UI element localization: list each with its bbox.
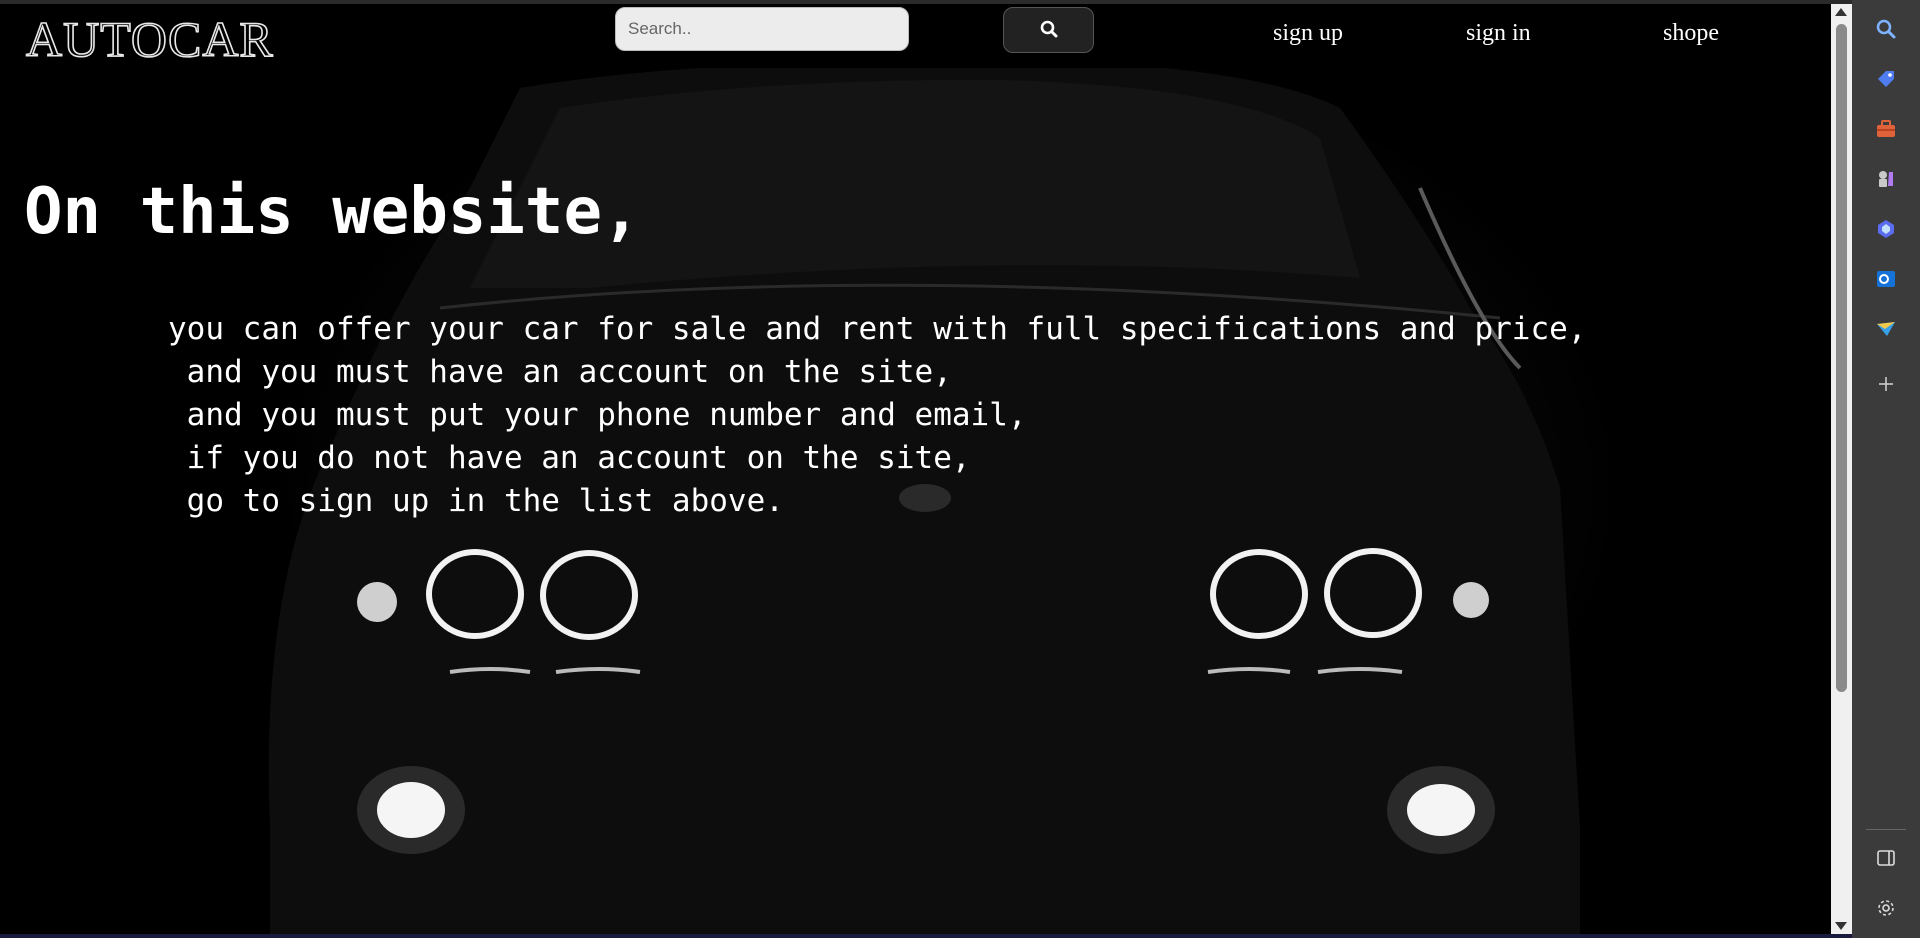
nav-link-shope[interactable]: shope xyxy=(1663,20,1719,47)
sidebar-divider xyxy=(1866,829,1906,830)
hero-line: and you must have an account on the site… xyxy=(168,354,952,390)
toolbox-icon[interactable] xyxy=(1869,112,1903,146)
scroll-down-arrow[interactable] xyxy=(1835,922,1847,930)
nav-link-sign-in[interactable]: sign in xyxy=(1466,20,1531,47)
add-icon[interactable] xyxy=(1869,367,1903,401)
scroll-up-arrow[interactable] xyxy=(1835,8,1847,16)
send-icon[interactable] xyxy=(1869,312,1903,346)
navbar: AUTOCAR sign up sign in shope xyxy=(0,4,1831,68)
tag-icon[interactable] xyxy=(1869,62,1903,96)
copilot-icon[interactable] xyxy=(1869,212,1903,246)
autocar-logo[interactable]: AUTOCAR xyxy=(25,13,274,65)
window-bottom-edge xyxy=(0,934,1852,938)
search-input[interactable] xyxy=(615,7,909,51)
hero-line: if you do not have an account on the sit… xyxy=(168,440,971,476)
hero-title: On this website, xyxy=(24,175,641,249)
hero-description: you can offer your car for sale and rent… xyxy=(168,308,1586,523)
search-button[interactable] xyxy=(1003,7,1094,53)
outlook-icon[interactable] xyxy=(1869,262,1903,296)
page-scrollbar[interactable] xyxy=(1831,4,1852,934)
nav-link-sign-up[interactable]: sign up xyxy=(1273,20,1343,47)
browser-sidebar xyxy=(1852,0,1920,938)
sidebar-panel-icon[interactable] xyxy=(1869,841,1903,875)
hero-line: you can offer your car for sale and rent… xyxy=(168,311,1587,347)
chess-icon[interactable] xyxy=(1869,162,1903,196)
search-icon[interactable] xyxy=(1869,12,1903,46)
page-viewport: AUTOCAR sign up sign in shope On this we… xyxy=(0,4,1831,934)
search-icon xyxy=(1040,20,1058,41)
hero-line: go to sign up in the list above. xyxy=(168,483,784,519)
settings-icon[interactable] xyxy=(1869,891,1903,925)
scroll-thumb[interactable] xyxy=(1836,24,1847,692)
hero-line: and you must put your phone number and e… xyxy=(168,397,1027,433)
